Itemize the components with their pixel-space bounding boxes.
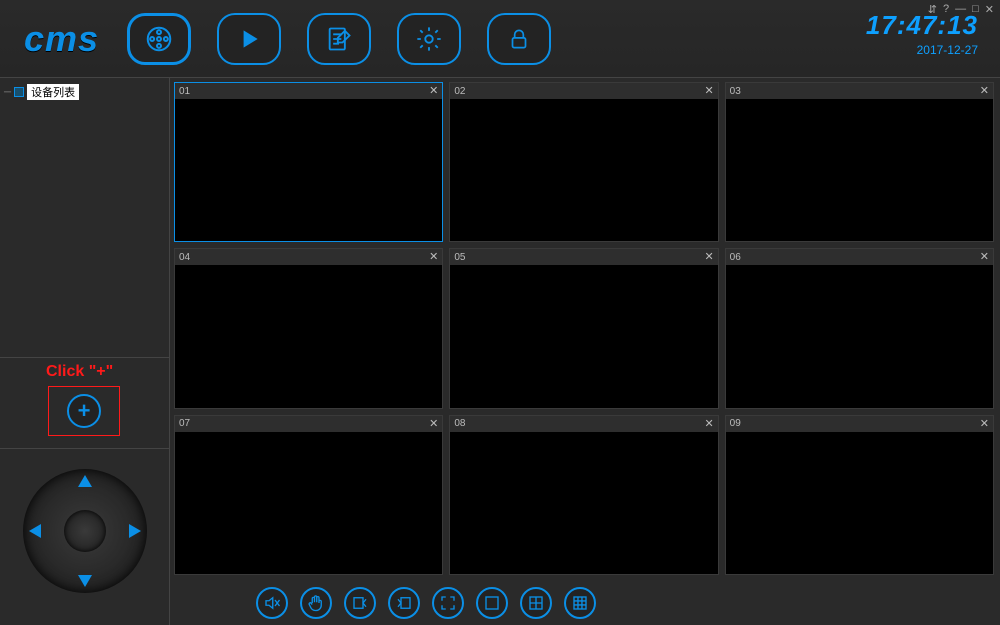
ptz-panel	[0, 448, 169, 625]
video-cell-label: 04	[179, 252, 190, 263]
video-cell-header: 04 ✕	[175, 249, 442, 265]
layout-9-button[interactable]	[564, 587, 596, 619]
video-cell-close-button[interactable]: ✕	[704, 419, 713, 429]
video-cell-header: 05 ✕	[450, 249, 717, 265]
plus-icon: +	[78, 398, 91, 424]
video-cell-close-button[interactable]: ✕	[704, 252, 713, 262]
tree-node-icon	[14, 87, 24, 97]
topbar: cms	[0, 0, 1000, 78]
page-prev-button[interactable]	[344, 587, 376, 619]
add-device-hint: Click "+"	[46, 363, 113, 381]
video-cell-header: 07 ✕	[175, 416, 442, 432]
video-cell-header: 06 ✕	[726, 249, 993, 265]
tree-root[interactable]: ─ 设备列表	[4, 84, 165, 100]
video-cell-08[interactable]: 08 ✕	[449, 415, 718, 575]
video-cell-02[interactable]: 02 ✕	[449, 82, 718, 242]
page-prev-icon	[351, 594, 369, 612]
tree-root-label: 设备列表	[27, 84, 79, 100]
device-tree: ─ 设备列表	[0, 78, 169, 358]
clock: 17:47:13 2017-12-27	[866, 10, 978, 57]
video-cell-close-button[interactable]: ✕	[429, 252, 438, 262]
video-cell-label: 05	[454, 252, 465, 263]
video-cell-close-button[interactable]: ✕	[980, 252, 989, 262]
ptz-dpad	[23, 469, 147, 593]
hand-icon	[307, 594, 325, 612]
video-cell-label: 07	[179, 418, 190, 429]
mute-button[interactable]	[256, 587, 288, 619]
layout-1-icon	[483, 594, 501, 612]
liveview-button[interactable]	[127, 13, 191, 65]
video-cell-07[interactable]: 07 ✕	[174, 415, 443, 575]
video-cell-close-button[interactable]: ✕	[429, 419, 438, 429]
add-device-button[interactable]: +	[67, 394, 101, 428]
window-switch-icon[interactable]: ⇵	[928, 3, 937, 16]
video-cell-header: 03 ✕	[726, 83, 993, 99]
video-stage: 01 ✕ 02 ✕ 03 ✕ 04 ✕ 05 ✕ 06 ✕ 07 ✕ 08 ✕ 09 ✕	[170, 78, 1000, 625]
video-cell-01[interactable]: 01 ✕	[174, 82, 443, 242]
layout-4-button[interactable]	[520, 587, 552, 619]
video-cell-header: 09 ✕	[726, 416, 993, 432]
ptz-up-button[interactable]	[78, 475, 92, 487]
layout-9-icon	[571, 594, 589, 612]
video-cell-03[interactable]: 03 ✕	[725, 82, 994, 242]
clock-date: 2017-12-27	[866, 43, 978, 57]
speaker-mute-icon	[263, 594, 281, 612]
bottom-toolbar	[170, 581, 1000, 625]
video-cell-header: 01 ✕	[175, 83, 442, 99]
main: ─ 设备列表 Click "+" + 01 ✕	[0, 78, 1000, 625]
ptz-left-button[interactable]	[29, 524, 41, 538]
play-icon	[236, 26, 262, 52]
topbar-buttons	[127, 13, 551, 65]
video-cell-label: 02	[454, 86, 465, 97]
video-cell-close-button[interactable]: ✕	[980, 86, 989, 96]
ptz-down-button[interactable]	[78, 575, 92, 587]
lock-button[interactable]	[487, 13, 551, 65]
playback-button[interactable]	[217, 13, 281, 65]
video-cell-header: 08 ✕	[450, 416, 717, 432]
gear-icon	[415, 25, 443, 53]
video-cell-label: 08	[454, 418, 465, 429]
page-next-button[interactable]	[388, 587, 420, 619]
add-device-panel: Click "+" +	[0, 358, 169, 448]
add-device-highlight: +	[48, 386, 120, 436]
page-next-icon	[395, 594, 413, 612]
video-cell-09[interactable]: 09 ✕	[725, 415, 994, 575]
ptz-center-button[interactable]	[64, 510, 106, 552]
sidebar: ─ 设备列表 Click "+" +	[0, 78, 170, 625]
hand-button[interactable]	[300, 587, 332, 619]
video-cell-label: 03	[730, 86, 741, 97]
video-cell-header: 02 ✕	[450, 83, 717, 99]
layout-1-button[interactable]	[476, 587, 508, 619]
window-maximize-icon[interactable]: □	[972, 3, 979, 16]
video-cell-close-button[interactable]: ✕	[704, 86, 713, 96]
window-close-icon[interactable]: ✕	[985, 3, 994, 16]
settings-button[interactable]	[397, 13, 461, 65]
window-minimize-icon[interactable]: —	[955, 3, 966, 16]
video-cell-06[interactable]: 06 ✕	[725, 248, 994, 408]
video-cell-label: 01	[179, 86, 190, 97]
log-button[interactable]	[307, 13, 371, 65]
video-grid: 01 ✕ 02 ✕ 03 ✕ 04 ✕ 05 ✕ 06 ✕ 07 ✕ 08 ✕ 09 ✕	[174, 82, 994, 575]
window-controls: ⇵ ? — □ ✕	[928, 3, 994, 16]
app-logo: cms	[24, 18, 99, 60]
fullscreen-button[interactable]	[432, 587, 464, 619]
video-cell-close-button[interactable]: ✕	[429, 86, 438, 96]
fullscreen-icon	[439, 594, 457, 612]
layout-4-icon	[527, 594, 545, 612]
video-cell-label: 09	[730, 418, 741, 429]
note-edit-icon	[325, 25, 353, 53]
video-cell-05[interactable]: 05 ✕	[449, 248, 718, 408]
video-cell-close-button[interactable]: ✕	[980, 419, 989, 429]
ptz-right-button[interactable]	[129, 524, 141, 538]
video-cell-04[interactable]: 04 ✕	[174, 248, 443, 408]
window-help-icon[interactable]: ?	[943, 3, 949, 16]
lock-icon	[506, 26, 532, 52]
film-reel-icon	[144, 24, 174, 54]
video-cell-label: 06	[730, 252, 741, 263]
tree-connector-icon: ─	[4, 87, 11, 98]
